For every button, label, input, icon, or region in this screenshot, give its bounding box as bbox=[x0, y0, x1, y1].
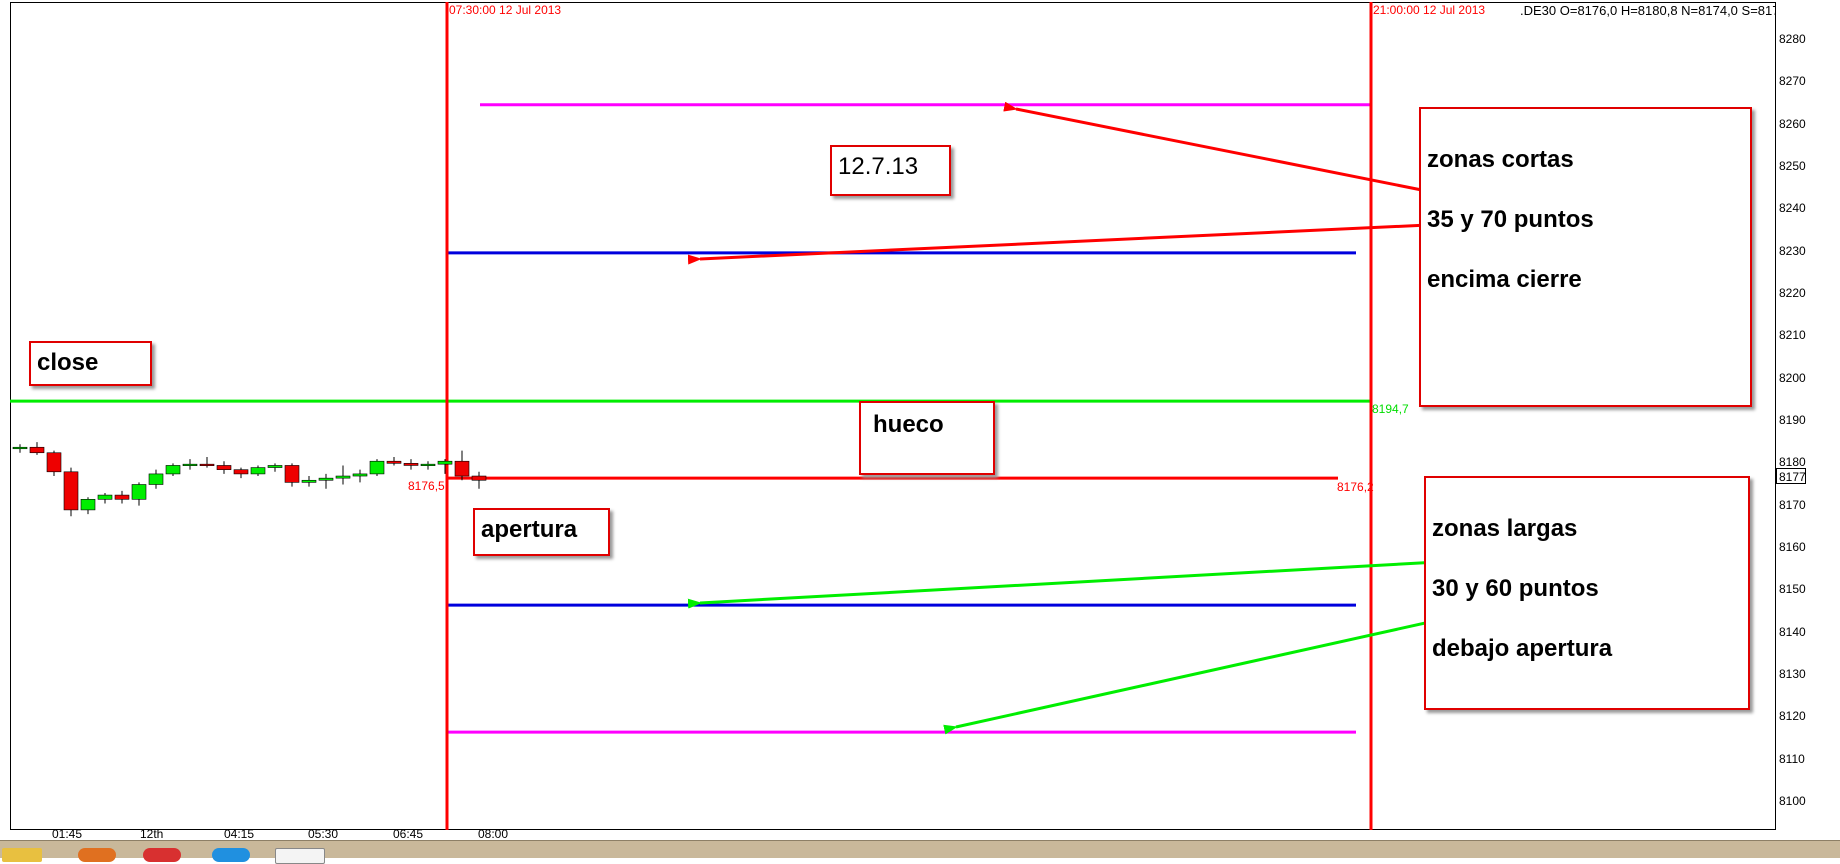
session-start-label: 07:30:00 12 Jul 2013 bbox=[449, 3, 562, 17]
candle-body bbox=[301, 479, 317, 483]
price-tick-label: 8210 bbox=[1779, 328, 1806, 343]
open-price-label-right: 8176,2 bbox=[1337, 480, 1374, 494]
open-label: apertura bbox=[481, 516, 578, 543]
close-price-label: 8194,7 bbox=[1372, 402, 1409, 416]
price-tick-label: 8120 bbox=[1779, 709, 1806, 724]
price-tick-label: 8260 bbox=[1779, 116, 1806, 131]
candle-body bbox=[131, 484, 147, 500]
candle-body bbox=[454, 460, 470, 477]
gap-label-box[interactable]: hueco bbox=[859, 401, 995, 475]
window-thumbnail-icon[interactable] bbox=[275, 848, 325, 864]
candle-body bbox=[420, 463, 436, 466]
candle-body bbox=[148, 473, 164, 485]
long-zones-box[interactable]: zonas largas 30 y 60 puntos debajo apert… bbox=[1424, 476, 1750, 710]
gap-label: hueco bbox=[873, 411, 944, 438]
short-zones-reference: encima cierre bbox=[1427, 266, 1582, 293]
candle-body bbox=[114, 494, 130, 500]
candle-body bbox=[403, 463, 419, 466]
open-price-label-left: 8176,5 bbox=[408, 479, 445, 493]
price-tick-label: 8200 bbox=[1779, 370, 1806, 385]
time-tick-label: 04:15 bbox=[224, 830, 255, 840]
media-icon[interactable] bbox=[143, 848, 181, 862]
price-tick-label: 8190 bbox=[1779, 413, 1806, 427]
candle-body bbox=[267, 465, 283, 468]
candle-body bbox=[233, 469, 249, 475]
date-label: 12.7.13 bbox=[838, 153, 919, 180]
time-axis[interactable]: 01:45 12th 04:15 05:30 06:45 08:00 bbox=[10, 830, 1776, 840]
candle-body bbox=[63, 471, 79, 511]
price-axis[interactable]: 8280 8270 8260 8250 8240 8230 8220 8210 8200 8190… bbox=[1776, 0, 1840, 836]
candle-body bbox=[369, 460, 385, 475]
price-tick-label: 8160 bbox=[1779, 540, 1806, 554]
short-zones-points: 35 y 70 puntos bbox=[1427, 206, 1594, 233]
candle-body bbox=[318, 477, 334, 481]
arrow-to-long-zone-1[interactable] bbox=[687, 560, 1439, 609]
long-zones-reference: debajo apertura bbox=[1432, 635, 1613, 662]
open-label-box[interactable]: apertura bbox=[473, 508, 610, 556]
candle-body bbox=[199, 463, 215, 466]
time-tick-label: 12th bbox=[140, 830, 164, 840]
browser-icon[interactable] bbox=[78, 848, 116, 862]
price-tick-label: 8150 bbox=[1779, 582, 1806, 597]
short-zones-title: zonas cortas bbox=[1427, 146, 1574, 173]
candle-body bbox=[97, 494, 113, 500]
price-tick-label: 8250 bbox=[1779, 159, 1806, 173]
session-end-label: 21:00:00 12 Jul 2013 bbox=[1373, 3, 1486, 17]
price-tick-label: 8220 bbox=[1779, 286, 1806, 300]
candle-body bbox=[12, 446, 28, 450]
arrow-to-long-zone-2[interactable] bbox=[943, 604, 1503, 735]
price-tick-label: 8130 bbox=[1779, 667, 1806, 681]
candle-body bbox=[335, 475, 351, 479]
price-tick-label: 8270 bbox=[1779, 74, 1806, 89]
candle-body bbox=[284, 465, 300, 483]
close-label: close bbox=[37, 349, 99, 376]
time-tick-label: 06:45 bbox=[393, 830, 424, 840]
date-label-box[interactable]: 12.7.13 bbox=[830, 145, 951, 196]
price-tick-label: 8170 bbox=[1779, 497, 1806, 512]
candle-body bbox=[386, 460, 402, 464]
price-tick-label: 8240 bbox=[1779, 201, 1806, 216]
candle-body bbox=[352, 473, 368, 477]
price-tick-label: 8110 bbox=[1779, 751, 1805, 766]
price-tick-label: 8280 bbox=[1779, 32, 1806, 46]
candle-body bbox=[250, 467, 266, 475]
messenger-icon[interactable] bbox=[212, 848, 250, 862]
candle-body bbox=[165, 465, 181, 475]
current-price-marker: 8177 bbox=[1776, 468, 1806, 484]
long-zones-title: zonas largas bbox=[1432, 515, 1578, 542]
candle-body bbox=[216, 465, 232, 470]
candle-body bbox=[29, 446, 45, 454]
candle-body bbox=[182, 463, 198, 466]
short-zones-box[interactable]: zonas cortas 35 y 70 puntos encima cierr… bbox=[1419, 107, 1752, 407]
candle-body bbox=[471, 475, 487, 481]
candle-body bbox=[437, 460, 453, 465]
time-tick-label: 05:30 bbox=[308, 830, 339, 840]
start-orb-icon[interactable] bbox=[2, 848, 42, 862]
long-zones-points: 30 y 60 puntos bbox=[1432, 575, 1599, 602]
time-tick-label: 01:45 bbox=[52, 830, 83, 840]
instrument-ohlc-info: .DE30 O=8176,0 H=8180,8 N=8174,0 S=8177,… bbox=[1520, 3, 1798, 18]
price-tick-label: 8100 bbox=[1779, 794, 1806, 808]
candle-body bbox=[80, 499, 96, 511]
close-label-box[interactable]: close bbox=[29, 341, 152, 386]
candle-body bbox=[46, 452, 62, 473]
price-tick-label: 8140 bbox=[1779, 624, 1806, 639]
price-tick-label: 8230 bbox=[1779, 243, 1806, 258]
time-tick-label: 08:00 bbox=[478, 830, 509, 840]
